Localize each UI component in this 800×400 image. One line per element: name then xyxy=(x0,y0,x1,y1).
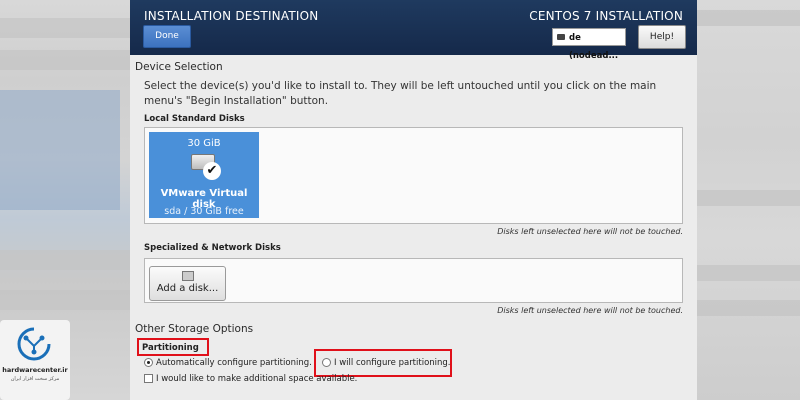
auto-partition-option[interactable]: Automatically configure partitioning. xyxy=(144,358,312,368)
disk-icon xyxy=(182,271,194,281)
auto-partition-label: Automatically configure partitioning. xyxy=(156,358,312,368)
watermark-subtitle: مرکز سخت افزار ایران xyxy=(10,376,60,382)
checkmark-icon: ✔ xyxy=(203,162,221,180)
background-blue-block xyxy=(0,90,120,210)
additional-space-label: I would like to make additional space av… xyxy=(156,374,358,384)
manual-partition-radio[interactable] xyxy=(322,358,331,367)
background-band xyxy=(0,290,130,310)
disk-size: 30 GiB xyxy=(187,138,221,149)
background-right xyxy=(697,0,800,400)
manual-partition-option[interactable]: I will configure partitioning. xyxy=(322,358,451,368)
add-disk-label: Add a disk... xyxy=(156,283,219,294)
additional-space-option[interactable]: I would like to make additional space av… xyxy=(144,374,357,384)
background-band xyxy=(697,300,800,316)
header-bar: INSTALLATION DESTINATION CENTOS 7 INSTAL… xyxy=(130,0,697,61)
disk-tile-sda[interactable]: 30 GiB ✔ VMware Virtual disk sda / 30 Gi… xyxy=(149,132,259,218)
watermark-logo: hardwarecenter.ir مرکز سخت افزار ایران xyxy=(0,320,70,400)
background-band xyxy=(697,265,800,281)
disk-info: sda / 30 GiB free xyxy=(164,206,244,217)
additional-space-checkbox[interactable] xyxy=(144,374,153,383)
page-title: INSTALLATION DESTINATION xyxy=(144,9,319,23)
device-selection-title: Device Selection xyxy=(135,61,223,73)
done-button[interactable]: Done xyxy=(143,25,191,48)
background-band xyxy=(0,50,130,70)
circuit-logo-icon xyxy=(17,327,51,361)
keyboard-layout-indicator[interactable]: de (nodead... xyxy=(552,28,626,61)
local-disks-hint: Disks left unselected here will not be t… xyxy=(497,227,683,236)
watermark-name: hardwarecenter.ir xyxy=(2,366,68,374)
background-band xyxy=(0,18,130,38)
product-title: CENTOS 7 INSTALLATION xyxy=(529,9,683,23)
other-storage-title: Other Storage Options xyxy=(135,323,254,335)
network-disks-area: Add a disk... xyxy=(144,258,683,303)
keyboard-layout-label: de (nodead... xyxy=(569,33,619,61)
background-band xyxy=(697,190,800,206)
network-disks-label: Specialized & Network Disks xyxy=(144,243,281,253)
manual-partition-label: I will configure partitioning. xyxy=(334,358,451,368)
installer-window: INSTALLATION DESTINATION CENTOS 7 INSTAL… xyxy=(130,0,697,400)
partitioning-label: Partitioning xyxy=(142,343,199,353)
add-disk-button[interactable]: Add a disk... xyxy=(149,266,226,301)
background-band xyxy=(697,10,800,26)
network-disks-hint: Disks left unselected here will not be t… xyxy=(497,306,683,315)
keyboard-icon xyxy=(557,34,565,40)
background-band xyxy=(0,250,130,270)
local-disks-area: 30 GiB ✔ VMware Virtual disk sda / 30 Gi… xyxy=(144,127,683,224)
device-selection-description: Select the device(s) you'd like to insta… xyxy=(144,80,657,107)
local-disks-label: Local Standard Disks xyxy=(144,114,245,124)
help-button[interactable]: Help! xyxy=(638,25,686,49)
auto-partition-radio[interactable] xyxy=(144,358,153,367)
